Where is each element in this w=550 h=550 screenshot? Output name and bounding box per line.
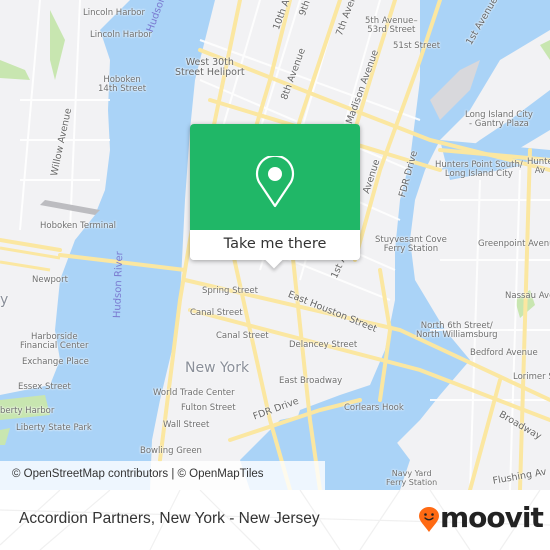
label-new-york: New York [185,360,250,376]
label-51st-street: 51st Street [393,41,441,51]
label-jersey-city: y [0,292,9,308]
label-hoboken-terminal: Hoboken Terminal [40,221,117,231]
label-harborside: Harborside Financial Center [20,332,89,352]
label-corlears-hook: Corlears Hook [344,403,404,413]
label-exchange-place: Exchange Place [22,357,89,367]
label-5th-ave-53rd: 5th Avenue– 53rd Street [365,16,418,36]
moovit-pin-icon [419,507,439,532]
label-lorimer-street: Lorimer S [513,372,550,382]
label-world-trade-center: World Trade Center [153,388,235,398]
moovit-wordmark: moovit [440,501,544,534]
label-bowling-green: Bowling Green [140,446,202,456]
label-lic-gantry-plaza: Long Island City - Gantry Plaza [465,110,533,130]
label-nassau-avenue: Nassau Ave [505,291,550,301]
map-attribution: © OpenStreetMap contributors | © OpenMap… [0,461,325,490]
footer-bar: Accordion Partners, New York - New Jerse… [0,490,550,550]
map-view[interactable]: Lincoln Harbor Lincoln Harbor Hoboken 14… [0,0,550,490]
label-spring-street: Spring Street [202,286,258,296]
label-canal-street-2: Canal Street [216,331,269,341]
label-hunters-avenue: Hunte Av [527,157,550,177]
label-navy-yard-ferry: Navy Yard Ferry Station [386,469,438,487]
label-delancey-street: Delancey Street [289,340,358,350]
label-hudson-river-south: Hudson River [112,251,126,319]
label-essex-street: Essex Street [18,382,71,392]
label-hunters-point-south: Hunters Point South/ Long Island City [435,160,523,180]
label-east-broadway: East Broadway [279,376,343,386]
label-lincoln-harbor-2: Lincoln Harbor [90,30,152,40]
label-hoboken-14th: Hoboken 14th Street [98,75,147,95]
label-canal-street: Canal Street [190,308,243,318]
label-fulton-street: Fulton Street [181,403,236,413]
label-west-30th-heliport: West 30th Street Heliport [175,57,245,79]
location-popup: Take me there [190,124,360,269]
attribution-text[interactable]: © OpenStreetMap contributors | © OpenMap… [12,468,264,480]
label-newport: Newport [32,275,68,285]
place-title: Accordion Partners, New York - New Jerse… [19,510,320,527]
popup-header [190,124,360,230]
label-wall-street: Wall Street [163,420,210,430]
label-stuyvesant-cove: Stuyvesant Cove Ferry Station [375,235,447,255]
map-pin-icon [255,156,295,208]
label-liberty-harbor: berty Harbor [0,406,55,416]
label-liberty-state-park: Liberty State Park [16,423,92,433]
take-me-there-button[interactable]: Take me there [190,230,360,260]
label-lincoln-harbor: Lincoln Harbor [83,8,145,18]
label-greenpoint-avenue: Greenpoint Avenue [478,239,550,249]
label-bedford-avenue: Bedford Avenue [470,348,538,358]
label-north-6th-street: North 6th Street/ North Williamsburg [416,321,498,341]
